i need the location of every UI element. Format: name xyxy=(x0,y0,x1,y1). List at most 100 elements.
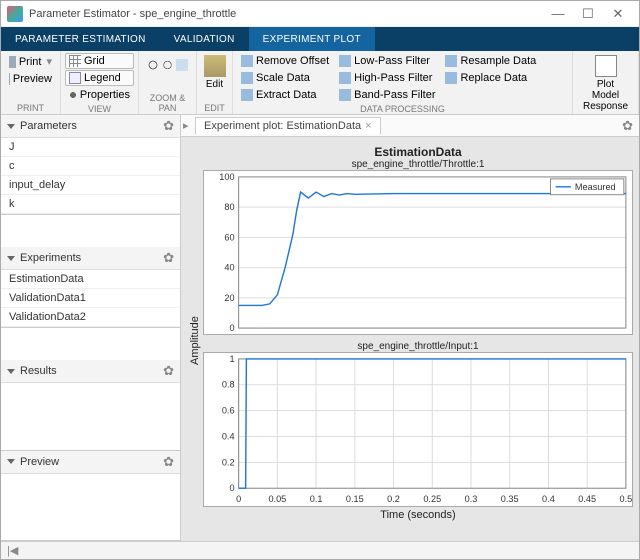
status-collapse-icon[interactable]: |◀ xyxy=(7,544,18,557)
svg-text:1: 1 xyxy=(229,354,234,364)
content: Parameters✿ Jcinput_delayk Experiments✿ … xyxy=(1,115,639,541)
grid-icon xyxy=(69,55,81,67)
titlebar: Parameter Estimator - spe_engine_throttl… xyxy=(1,1,639,27)
high-pass-button[interactable]: High-Pass Filter xyxy=(335,70,439,86)
list-item[interactable]: k xyxy=(1,195,180,214)
group-edit-label: EDIT xyxy=(201,102,228,114)
maximize-button[interactable]: ☐ xyxy=(573,6,603,22)
plot-icon xyxy=(595,55,617,77)
chart1-subtitle: spe_engine_throttle/Throttle:1 xyxy=(203,159,633,170)
chart-input[interactable]: 00.20.40.60.8100.050.10.150.20.250.30.35… xyxy=(203,352,633,507)
caret-icon xyxy=(7,124,15,129)
window-title: Parameter Estimator - spe_engine_throttl… xyxy=(29,8,543,20)
svg-text:0.4: 0.4 xyxy=(542,494,555,504)
chart-throttle[interactable]: 020406080100Measured xyxy=(203,170,633,335)
caret-icon xyxy=(7,256,15,261)
high-pass-icon xyxy=(339,72,351,84)
print-button[interactable]: Print▾ xyxy=(5,53,56,70)
svg-text:40: 40 xyxy=(224,263,234,273)
group-view-label: VIEW xyxy=(65,103,134,115)
list-item[interactable]: input_delay xyxy=(1,176,180,195)
tab-validation[interactable]: VALIDATION xyxy=(160,27,249,51)
grid-toggle[interactable]: Grid xyxy=(65,53,134,69)
document-tabs: ▸ Experiment plot: EstimationData × ✿ xyxy=(181,115,639,137)
panel-preview: Preview✿ xyxy=(1,451,180,542)
panel-preview-header[interactable]: Preview✿ xyxy=(1,451,180,474)
svg-text:0.45: 0.45 xyxy=(578,494,596,504)
legend-toggle[interactable]: Legend xyxy=(65,70,134,86)
zoom-out-icon[interactable] xyxy=(162,59,174,71)
zoom-in-icon[interactable] xyxy=(147,59,159,71)
toolstrip-tabs: PARAMETER ESTIMATION VALIDATION EXPERIME… xyxy=(1,27,639,51)
svg-text:60: 60 xyxy=(224,232,234,242)
low-pass-button[interactable]: Low-Pass Filter xyxy=(335,53,439,69)
chart2-subtitle: spe_engine_throttle/Input:1 xyxy=(203,341,633,352)
tab-experiment-plot[interactable]: EXPERIMENT PLOT xyxy=(249,27,375,51)
resample-icon xyxy=(445,55,457,67)
panel-preview-gear[interactable]: ✿ xyxy=(163,454,174,470)
legend-icon xyxy=(69,72,81,84)
extract-data-icon xyxy=(241,89,253,101)
y-axis-label: Amplitude xyxy=(187,145,203,537)
group-print-label: PRINT xyxy=(5,102,56,114)
panel-results: Results✿ xyxy=(1,360,180,451)
band-pass-button[interactable]: Band-Pass Filter xyxy=(335,87,439,103)
replace-icon xyxy=(445,72,457,84)
preview-button[interactable]: Preview xyxy=(5,71,56,87)
tab-parameter-estimation[interactable]: PARAMETER ESTIMATION xyxy=(1,27,160,51)
doc-tab-estimationdata[interactable]: Experiment plot: EstimationData × xyxy=(195,117,381,134)
list-item[interactable]: c xyxy=(1,157,180,176)
pan-icon[interactable] xyxy=(176,59,188,71)
side-pane: Parameters✿ Jcinput_delayk Experiments✿ … xyxy=(1,115,181,541)
charts: EstimationData spe_engine_throttle/Throt… xyxy=(203,145,633,537)
resample-button[interactable]: Resample Data xyxy=(441,53,540,69)
panel-experiments-gear[interactable]: ✿ xyxy=(163,250,174,266)
properties-button[interactable]: Properties xyxy=(65,87,134,103)
preview-icon xyxy=(9,73,10,85)
svg-text:0.15: 0.15 xyxy=(346,494,364,504)
x-axis-label: Time (seconds) xyxy=(203,507,633,523)
svg-text:0.5: 0.5 xyxy=(620,494,633,504)
panel-results-gear[interactable]: ✿ xyxy=(163,363,174,379)
svg-text:0.6: 0.6 xyxy=(222,406,235,416)
extract-data-button[interactable]: Extract Data xyxy=(237,87,333,103)
svg-text:0: 0 xyxy=(229,483,234,493)
caret-icon xyxy=(7,459,15,464)
print-icon xyxy=(9,56,16,68)
edit-button[interactable]: Edit xyxy=(201,53,228,92)
svg-text:100: 100 xyxy=(219,172,234,182)
svg-text:0.8: 0.8 xyxy=(222,380,235,390)
svg-text:0.2: 0.2 xyxy=(387,494,400,504)
list-item[interactable]: ValidationData1 xyxy=(1,289,180,308)
panel-experiments: Experiments✿ EstimationDataValidationDat… xyxy=(1,247,180,328)
svg-text:0: 0 xyxy=(229,323,234,333)
list-item[interactable]: EstimationData xyxy=(1,270,180,289)
list-item[interactable]: ValidationData2 xyxy=(1,308,180,327)
svg-text:0.3: 0.3 xyxy=(465,494,478,504)
svg-text:0.35: 0.35 xyxy=(501,494,519,504)
svg-text:0.05: 0.05 xyxy=(268,494,286,504)
close-button[interactable]: ✕ xyxy=(603,6,633,22)
svg-text:0.4: 0.4 xyxy=(222,432,235,442)
panel-parameters-gear[interactable]: ✿ xyxy=(163,118,174,134)
svg-text:0.2: 0.2 xyxy=(222,457,235,467)
svg-text:0: 0 xyxy=(236,494,241,504)
scale-data-button[interactable]: Scale Data xyxy=(237,70,333,86)
replace-button[interactable]: Replace Data xyxy=(441,70,540,86)
list-item[interactable]: J xyxy=(1,138,180,157)
remove-offset-icon xyxy=(241,55,253,67)
panel-results-header[interactable]: Results✿ xyxy=(1,360,180,383)
panel-experiments-header[interactable]: Experiments✿ xyxy=(1,247,180,270)
matlab-icon xyxy=(7,6,23,22)
doc-panel-toggle[interactable]: ▸ xyxy=(183,119,189,132)
plot-model-response-button[interactable]: Plot Model Response xyxy=(577,53,634,114)
remove-offset-button[interactable]: Remove Offset xyxy=(237,53,333,69)
doc-tab-close[interactable]: × xyxy=(365,120,371,132)
group-zoompan-label: ZOOM & PAN xyxy=(143,92,192,114)
caret-icon xyxy=(7,369,15,374)
panel-parameters-header[interactable]: Parameters✿ xyxy=(1,115,180,138)
doc-tab-options[interactable]: ✿ xyxy=(622,118,633,134)
group-data-label: DATA PROCESSING xyxy=(237,103,568,115)
minimize-button[interactable]: — xyxy=(543,6,573,21)
svg-text:0.25: 0.25 xyxy=(423,494,441,504)
